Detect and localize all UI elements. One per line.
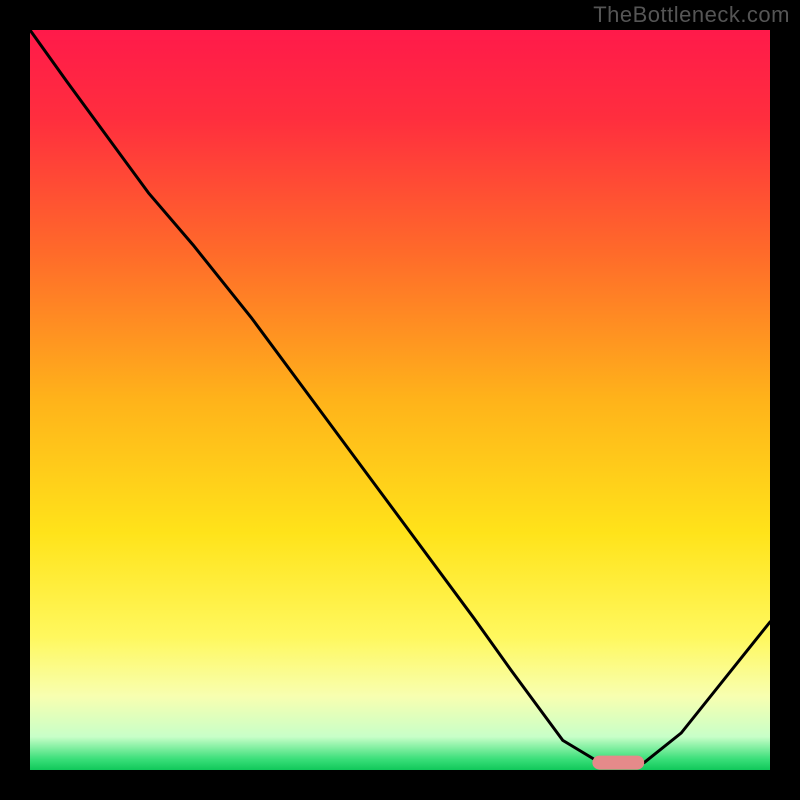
gradient-fill-rect bbox=[30, 30, 770, 770]
optimal-marker bbox=[592, 756, 644, 770]
plot-area bbox=[30, 30, 770, 770]
chart-frame: TheBottleneck.com bbox=[0, 0, 800, 800]
chart-svg bbox=[30, 30, 770, 770]
watermark-text: TheBottleneck.com bbox=[593, 2, 790, 28]
